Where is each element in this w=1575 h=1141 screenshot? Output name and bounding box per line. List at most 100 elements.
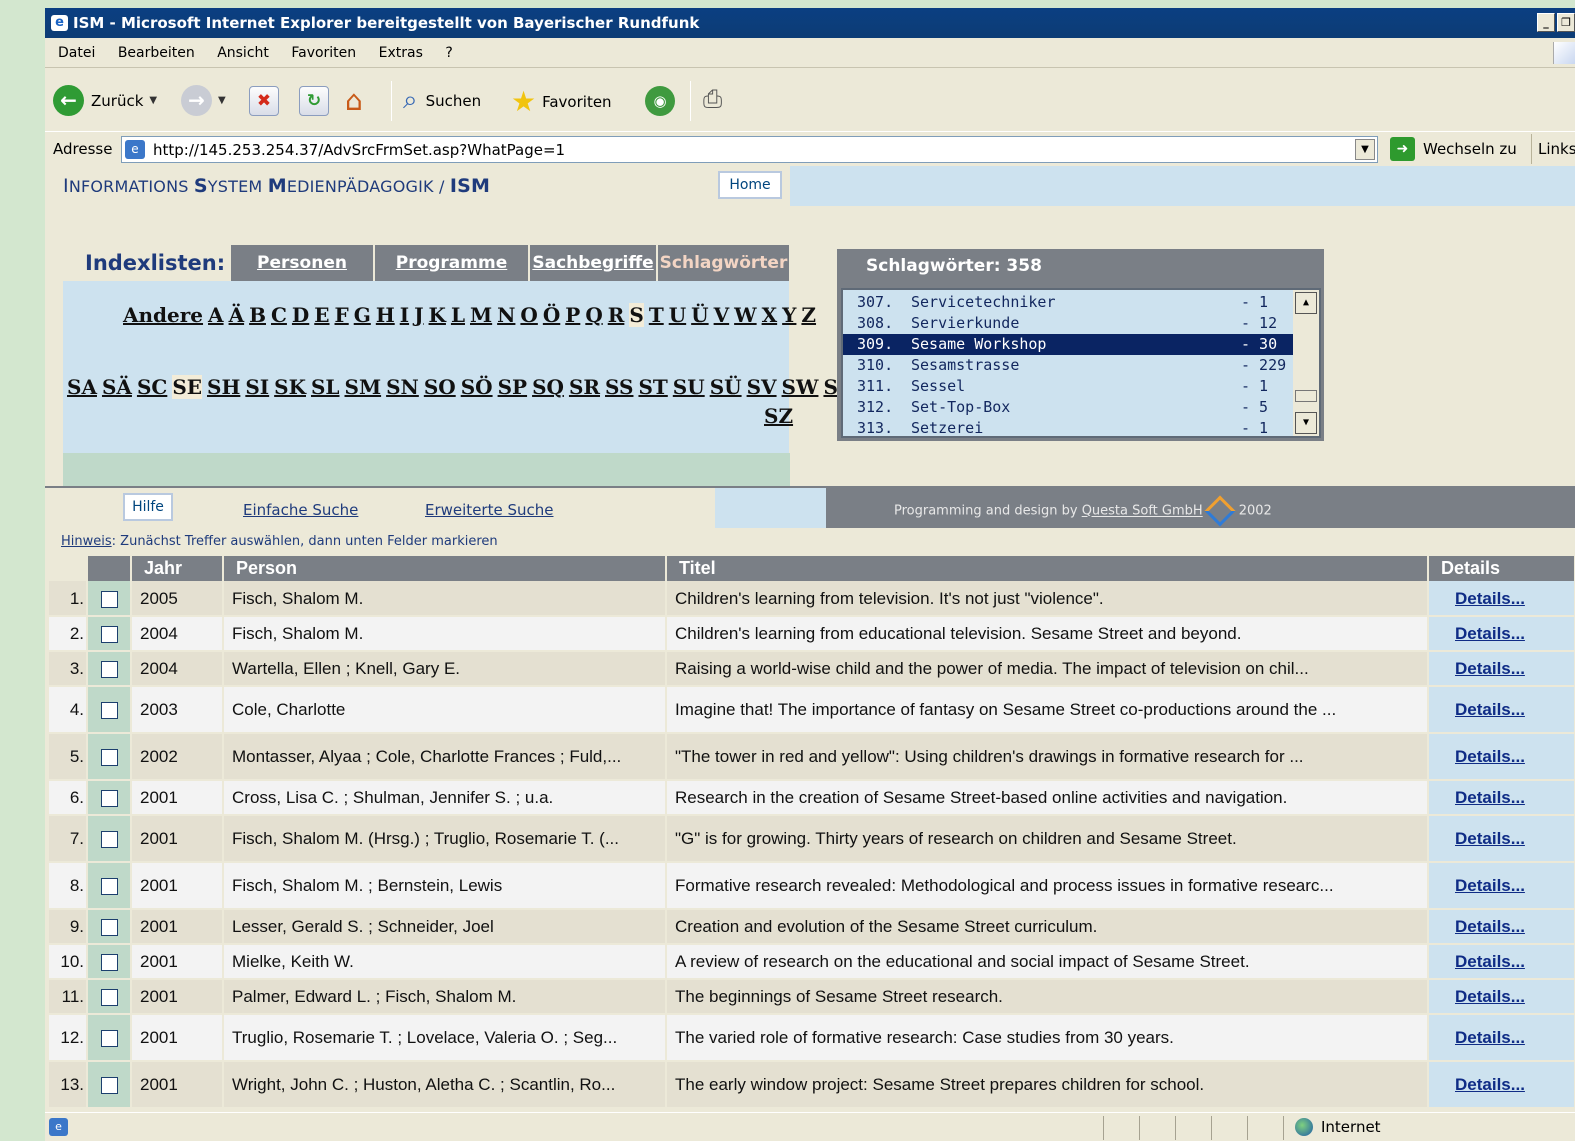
sub-letter-link[interactable]: SÖ [461,375,493,399]
sub-letter-link[interactable]: SO [424,375,456,399]
letter-link[interactable]: P [565,303,580,327]
letter-link[interactable]: G [354,303,371,327]
keyword-item[interactable]: 308. Servierkunde - 12 [843,313,1295,334]
search-button[interactable]: ⌕ Suchen [403,85,481,116]
help-button[interactable]: Hilfe [123,493,173,521]
refresh-button[interactable]: ↻ [299,86,329,116]
letter-link[interactable]: Ö [543,303,560,327]
keyword-item[interactable]: 307. Servicetechniker - 1 [843,292,1295,313]
details-link[interactable]: Details... [1455,1028,1525,1047]
letter-link[interactable]: Ä [229,303,245,327]
letter-link[interactable]: J [414,303,423,327]
stop-button[interactable]: ✖ [249,86,279,116]
row-checkbox[interactable] [100,919,118,937]
keyword-item[interactable]: 311. Sessel - 1 [843,376,1295,397]
sub-letter-link[interactable]: SL [311,375,340,399]
tab-programme[interactable]: Programme [375,245,528,281]
details-link[interactable]: Details... [1455,659,1525,678]
print-button[interactable]: ⎙ [703,85,722,113]
letter-link[interactable]: E [314,303,329,327]
letter-link[interactable]: I [400,303,409,327]
minimize-icon[interactable]: _ [1537,13,1555,32]
simple-search-link[interactable]: Einfache Suche [243,501,358,519]
chevron-down-icon[interactable]: ▼ [149,95,157,106]
favorites-button[interactable]: ★ Favoriten [511,85,612,118]
letter-link[interactable]: H [376,303,395,327]
letter-link[interactable]: K [429,303,446,327]
sub-letter-link[interactable]: SP [498,375,527,399]
row-checkbox[interactable] [100,1030,118,1048]
details-link[interactable]: Details... [1455,624,1525,643]
chevron-down-icon[interactable]: ▼ [218,95,226,106]
letter-link[interactable]: T [649,303,664,327]
row-checkbox[interactable] [100,749,118,767]
row-checkbox[interactable] [100,702,118,720]
sub-letter-link[interactable]: SÜ [710,375,742,399]
sub-letter-link[interactable]: ST [638,375,667,399]
scrollbar[interactable]: ▲ ▼ [1293,290,1319,436]
letter-link[interactable]: V [714,303,730,327]
sub-letter-link[interactable]: SQ [532,375,564,399]
forward-button[interactable]: → ▼ [181,85,226,116]
menu-extras[interactable]: Extras [379,38,423,68]
row-checkbox[interactable] [100,831,118,849]
letter-link[interactable]: S [629,303,644,327]
advanced-search-link[interactable]: Erweiterte Suche [425,501,553,519]
row-checkbox[interactable] [100,1077,118,1095]
media-button[interactable]: ◉ [645,86,675,116]
keyword-item[interactable]: 313. Setzerei - 1 [843,418,1295,439]
row-checkbox[interactable] [100,590,118,608]
back-button[interactable]: ← Zurück ▼ [53,85,157,116]
sub-letter-link[interactable]: SK [274,375,306,399]
sub-letter-sz[interactable]: SZ [764,404,793,428]
sub-letter-link[interactable]: SH [207,375,240,399]
menu-ansicht[interactable]: Ansicht [217,38,269,68]
details-link[interactable]: Details... [1455,1075,1525,1094]
details-link[interactable]: Details... [1455,829,1525,848]
letter-link[interactable]: B [249,303,266,327]
row-checkbox[interactable] [100,790,118,808]
letter-link[interactable]: R [608,303,625,327]
keyword-item[interactable]: 312. Set-Top-Box - 5 [843,397,1295,418]
letter-link[interactable]: W [734,303,756,327]
menu-datei[interactable]: Datei [58,38,95,68]
address-input[interactable]: e http://145.253.254.37/AdvSrcFrmSet.asp… [121,136,1378,163]
letter-link[interactable]: F [335,303,349,327]
letter-link[interactable]: Q [585,303,602,327]
letter-link[interactable]: D [292,303,309,327]
sub-letter-link[interactable]: SS [605,375,633,399]
menu-help[interactable]: ? [445,38,452,68]
row-checkbox[interactable] [100,661,118,679]
letter-link[interactable]: Z [801,303,816,327]
keyword-item[interactable]: 310. Sesamstrasse - 229 [843,355,1295,376]
row-checkbox[interactable] [100,989,118,1007]
details-link[interactable]: Details... [1455,788,1525,807]
letter-link[interactable]: Ü [691,303,708,327]
letter-link[interactable]: M [470,303,492,327]
tab-schlagwoerter[interactable]: Schlagwörter [658,245,789,281]
home-button[interactable]: Home [718,171,782,199]
details-link[interactable]: Details... [1455,747,1525,766]
details-link[interactable]: Details... [1455,952,1525,971]
chevron-down-icon[interactable]: ▼ [1355,139,1375,160]
scroll-thumb[interactable] [1295,390,1317,402]
sub-letter-link[interactable]: SC [137,375,167,399]
home-toolbar-button[interactable]: ⌂ [345,84,363,117]
scroll-down-icon[interactable]: ▼ [1295,412,1317,434]
tab-personen[interactable]: Personen [231,245,373,281]
details-link[interactable]: Details... [1455,700,1525,719]
sub-letter-link[interactable]: SI [245,375,269,399]
keyword-item[interactable]: 309. Sesame Workshop - 30 [843,334,1295,355]
sub-letter-link[interactable]: SÄ [102,375,132,399]
sub-letter-link[interactable]: SN [386,375,419,399]
letter-link[interactable]: N [497,303,515,327]
sub-letter-link[interactable]: SA [67,375,97,399]
questa-soft-link[interactable]: Questa Soft GmbH [1082,504,1203,519]
letter-link[interactable]: L [451,303,465,327]
letter-link[interactable]: Andere [123,303,203,327]
go-button[interactable]: ➜ Wechseln zu [1390,137,1517,161]
hint-link[interactable]: Hinweis [61,534,112,549]
links-button[interactable]: Links [1531,134,1575,164]
letter-link[interactable]: O [520,303,537,327]
details-link[interactable]: Details... [1455,987,1525,1006]
